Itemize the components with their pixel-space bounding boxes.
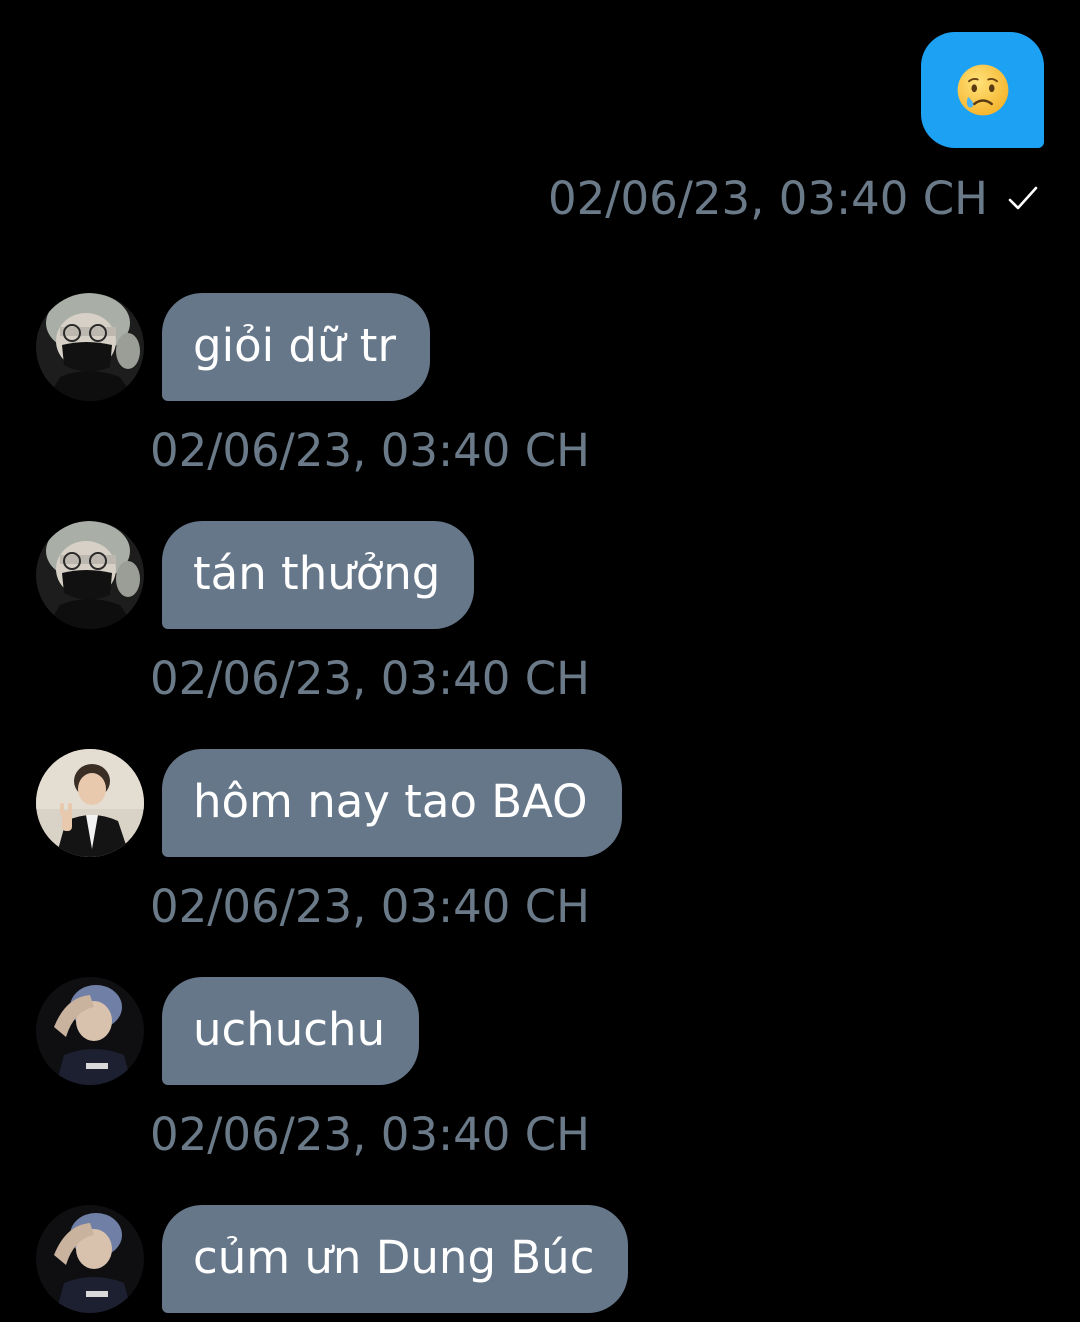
received-message-meta: 02/06/23, 03:40 CH bbox=[150, 878, 590, 934]
received-message-timestamp: 02/06/23, 03:40 CH bbox=[150, 423, 590, 477]
received-message-bubble[interactable]: uchuchu bbox=[162, 977, 420, 1085]
sent-message-timestamp: 02/06/23, 03:40 CH bbox=[548, 171, 988, 225]
received-message-meta: 02/06/23, 03:40 CH bbox=[150, 1106, 590, 1162]
received-message-timestamp: 02/06/23, 03:40 CH bbox=[150, 651, 590, 705]
message-text: uchuchu bbox=[193, 1002, 386, 1056]
message-text: củm ưn Dung Búc bbox=[193, 1230, 595, 1284]
avatar-user-c[interactable] bbox=[36, 1205, 144, 1313]
avatar-user-c[interactable] bbox=[36, 977, 144, 1085]
chat-thread: 02/06/23, 03:40 CH giỏi dữ tr 02/06/23, … bbox=[0, 0, 1080, 1322]
received-message-bubble[interactable]: hôm nay tao BAO bbox=[162, 749, 622, 857]
message-text: tán thưởng bbox=[193, 546, 441, 600]
message-text: giỏi dữ tr bbox=[193, 318, 396, 372]
check-icon bbox=[1008, 186, 1038, 210]
received-message-meta: 02/06/23, 03:40 CH bbox=[150, 422, 590, 478]
received-message-bubble[interactable]: tán thưởng bbox=[162, 521, 475, 629]
avatar-user-a[interactable] bbox=[36, 293, 144, 401]
received-message-bubble[interactable]: giỏi dữ tr bbox=[162, 293, 430, 401]
crying-face-emoji-icon bbox=[957, 64, 1008, 116]
received-message-timestamp: 02/06/23, 03:40 CH bbox=[150, 879, 590, 933]
sent-message-bubble[interactable] bbox=[921, 32, 1044, 148]
received-message-timestamp: 02/06/23, 03:40 CH bbox=[150, 1107, 590, 1161]
received-message-bubble[interactable]: củm ưn Dung Búc bbox=[162, 1205, 629, 1313]
avatar-user-b[interactable] bbox=[36, 749, 144, 857]
sent-message-meta: 02/06/23, 03:40 CH bbox=[548, 170, 1040, 226]
avatar-user-a[interactable] bbox=[36, 521, 144, 629]
received-message-meta: 02/06/23, 03:40 CH bbox=[150, 650, 590, 706]
message-text: hôm nay tao BAO bbox=[193, 774, 588, 828]
